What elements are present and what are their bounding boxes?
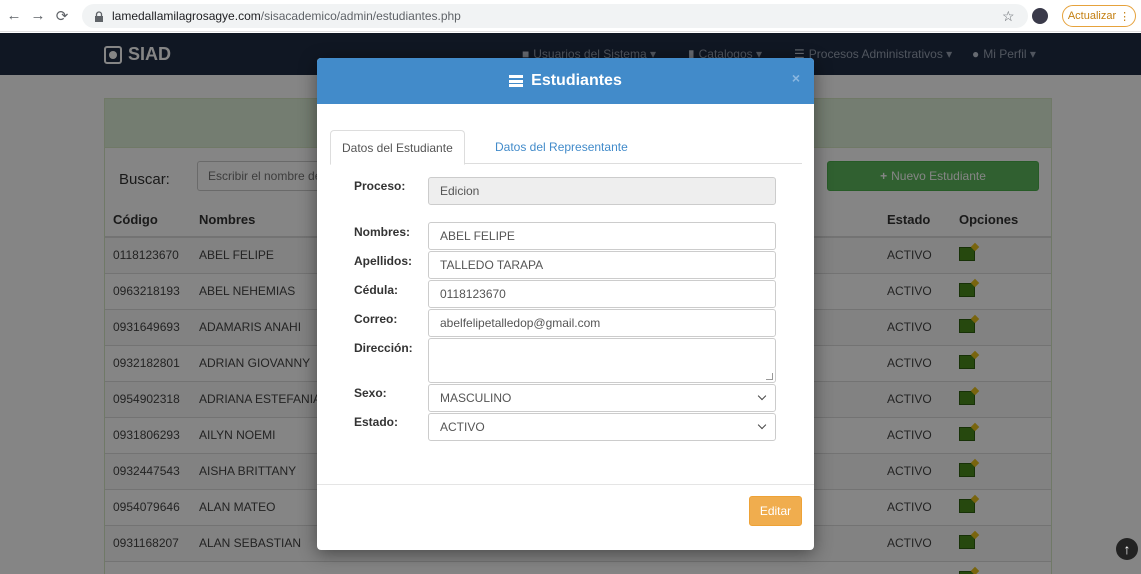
browser-toolbar: ← → ⟳ lamedallamilagrosagye.com/sisacade… — [0, 0, 1141, 32]
reload-icon[interactable]: ⟳ — [52, 7, 72, 25]
profile-avatar[interactable] — [1032, 8, 1048, 24]
sexo-label: Sexo: — [354, 386, 387, 400]
email-field[interactable]: abelfelipetalledop@gmail.com — [428, 309, 776, 337]
url-path: /sisacademico/admin/estudiantes.php — [260, 9, 461, 23]
scroll-top-icon[interactable]: ↑ — [1116, 538, 1138, 560]
back-arrow-icon[interactable]: ← — [4, 7, 24, 24]
nombres-field[interactable]: ABEL FELIPE — [428, 222, 776, 250]
apellidos-label: Apellidos: — [354, 254, 413, 268]
direccion-textarea[interactable] — [428, 338, 776, 383]
close-icon[interactable]: × — [792, 70, 800, 86]
sexo-value: MASCULINO — [440, 391, 512, 405]
forward-arrow-icon[interactable]: → — [28, 7, 48, 24]
apellidos-field[interactable]: TALLEDO TARAPA — [428, 251, 776, 279]
student-modal: Estudiantes × Datos del Estudiante Datos… — [317, 58, 814, 550]
url-host: lamedallamilagrosagye.com — [112, 9, 261, 23]
update-button[interactable]: Actualizar ⋮ — [1062, 5, 1136, 27]
address-bar[interactable]: lamedallamilagrosagye.com/sisacademico/a… — [82, 4, 1028, 28]
list-icon — [509, 75, 524, 87]
chevron-down-icon — [757, 391, 767, 401]
cedula-field[interactable]: 0118123670 — [428, 280, 776, 308]
direccion-label: Dirección: — [354, 341, 413, 355]
correo-label: Correo: — [354, 312, 398, 326]
estado-label: Estado: — [354, 415, 399, 429]
tab-datos-estudiante[interactable]: Datos del Estudiante — [330, 130, 465, 165]
edit-button[interactable]: Editar — [749, 496, 802, 526]
cedula-label: Cédula: — [354, 283, 399, 297]
lock-icon — [95, 10, 103, 22]
bookmark-star-icon[interactable]: ☆ — [1002, 8, 1015, 25]
modal-tabs: Datos del Estudiante Datos del Represent… — [330, 130, 802, 165]
estado-select[interactable]: ACTIVO — [428, 413, 776, 441]
chevron-down-icon — [757, 420, 767, 430]
update-button-label: Actualizar — [1067, 10, 1117, 22]
sexo-select[interactable]: MASCULINO — [428, 384, 776, 412]
tab-datos-representante[interactable]: Datos del Representante — [484, 130, 639, 164]
proceso-field: Edicion — [428, 177, 776, 205]
modal-header: Estudiantes × — [317, 58, 814, 104]
modal-title: Estudiantes — [531, 72, 622, 89]
modal-footer-divider — [317, 484, 814, 485]
nombres-label: Nombres: — [354, 225, 411, 239]
proceso-label: Proceso: — [354, 179, 406, 193]
resize-grip-icon[interactable] — [766, 373, 773, 380]
estado-value: ACTIVO — [440, 420, 485, 434]
